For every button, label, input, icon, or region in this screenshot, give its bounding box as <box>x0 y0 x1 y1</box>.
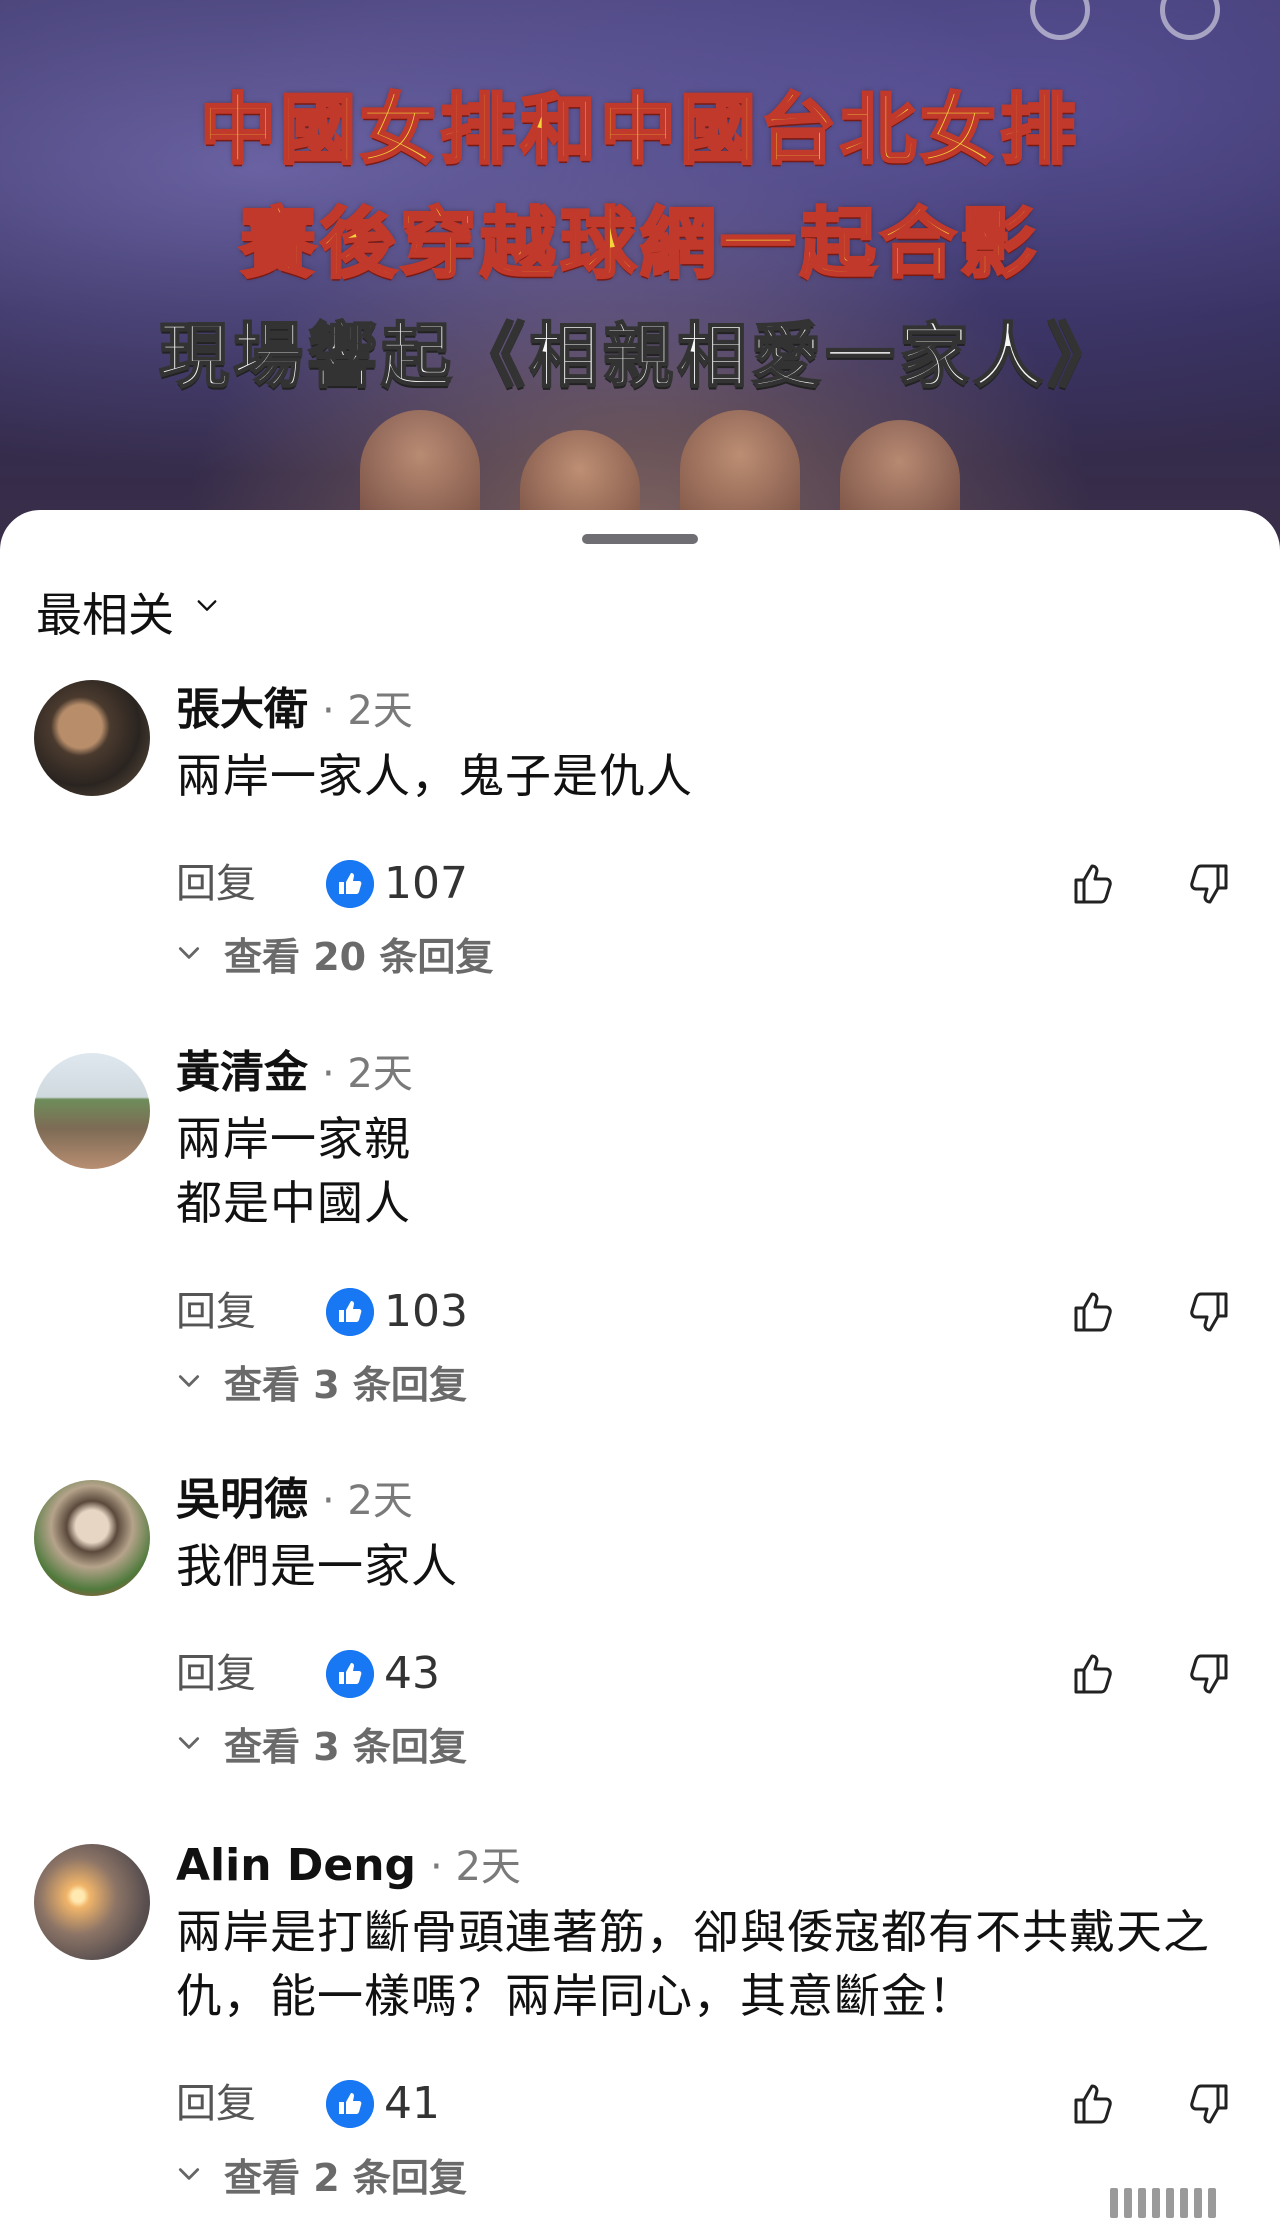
avatar[interactable] <box>34 680 150 796</box>
comment-text: 兩岸一家親 都是中國人 <box>176 1112 411 1230</box>
avatar[interactable] <box>34 1053 150 1169</box>
thumbs-down-icon[interactable] <box>1182 858 1234 910</box>
view-replies-button[interactable]: 查看 2 条回复 <box>176 2146 467 2202</box>
thumbs-down-icon[interactable] <box>1182 2078 1234 2130</box>
thumbs-up-icon[interactable] <box>1068 858 1120 910</box>
chevron-down-icon <box>197 600 217 611</box>
thumbs-down-icon[interactable] <box>1182 1648 1234 1700</box>
sheet-grabber[interactable] <box>582 534 698 544</box>
comment-author[interactable]: 張大衛 <box>176 682 308 738</box>
gesture-indicator <box>1110 2182 1270 2218</box>
thumbs-down-icon[interactable] <box>1182 1286 1234 1338</box>
like-count: 43 <box>384 1648 440 1699</box>
sort-label: 最相关 <box>36 588 174 642</box>
sort-dropdown[interactable]: 最相关 <box>36 582 218 642</box>
thumbs-up-icon[interactable] <box>1068 2078 1120 2130</box>
comment-time: · 2天 <box>322 1051 413 1097</box>
reply-button[interactable]: 回复 <box>176 1282 256 1342</box>
view-replies-button[interactable]: 查看 3 条回复 <box>176 1353 467 1409</box>
view-replies-button[interactable]: 查看 3 条回复 <box>176 1715 467 1771</box>
comment-text: 我們是一家人 <box>176 1539 458 1593</box>
video-caption-line-3: 現場響起《相親相愛一家人》 <box>158 314 1121 398</box>
chevron-down-icon <box>178 947 200 959</box>
chevron-down-icon <box>178 1375 200 1387</box>
avatar[interactable] <box>34 1844 150 1960</box>
like-count: 103 <box>384 1286 468 1337</box>
video-caption-line-2: 賽後穿越球網一起合影 <box>239 198 1040 290</box>
video-caption-line-1: 中國女排和中國台北女排 <box>199 84 1080 176</box>
comment-time: · 2天 <box>322 688 413 734</box>
comment-text: 兩岸一家人，鬼子是仇人 <box>176 749 693 803</box>
view-replies-label: 查看 20 条回复 <box>224 934 494 979</box>
reply-button[interactable]: 回复 <box>176 854 256 914</box>
chevron-down-icon <box>178 2168 200 2180</box>
comment-author[interactable]: 黃清金 <box>176 1045 308 1101</box>
view-replies-label: 查看 2 条回复 <box>224 2155 467 2200</box>
like-count: 107 <box>384 858 468 909</box>
comment-time: · 2天 <box>322 1478 413 1524</box>
comments-sheet: 最相关 張大衛 · 2天 兩岸一家人，鬼子是仇人 回复 107 查看 20 条回… <box>0 510 1280 2231</box>
like-count: 41 <box>384 2078 440 2129</box>
view-replies-label: 查看 3 条回复 <box>224 1724 467 1769</box>
comment-time: · 2天 <box>430 1844 521 1890</box>
like-reaction-icon <box>326 1288 374 1336</box>
view-replies-label: 查看 3 条回复 <box>224 1362 467 1407</box>
like-reaction-icon <box>326 860 374 908</box>
like-reaction-icon <box>326 2080 374 2128</box>
reply-button[interactable]: 回复 <box>176 2074 256 2134</box>
like-reaction-icon <box>326 1650 374 1698</box>
avatar[interactable] <box>34 1480 150 1596</box>
chevron-down-icon <box>178 1737 200 1749</box>
search-icon[interactable] <box>1030 0 1090 40</box>
more-icon[interactable] <box>1160 0 1220 40</box>
thumbs-up-icon[interactable] <box>1068 1648 1120 1700</box>
video-player[interactable]: 中國女排和中國台北女排 賽後穿越球網一起合影 現場響起《相親相愛一家人》 <box>0 0 1280 560</box>
comment-author[interactable]: Alin Deng <box>176 1838 416 1894</box>
reply-button[interactable]: 回复 <box>176 1644 256 1704</box>
comment-text: 兩岸是打斷骨頭連著筋，卻與倭寇都有不共戴天之仇，能一樣嗎？兩岸同心，其意斷金！ <box>176 1905 1210 2023</box>
thumbs-up-icon[interactable] <box>1068 1286 1120 1338</box>
view-replies-button[interactable]: 查看 20 条回复 <box>176 925 493 981</box>
comment-author[interactable]: 吳明德 <box>176 1472 308 1528</box>
